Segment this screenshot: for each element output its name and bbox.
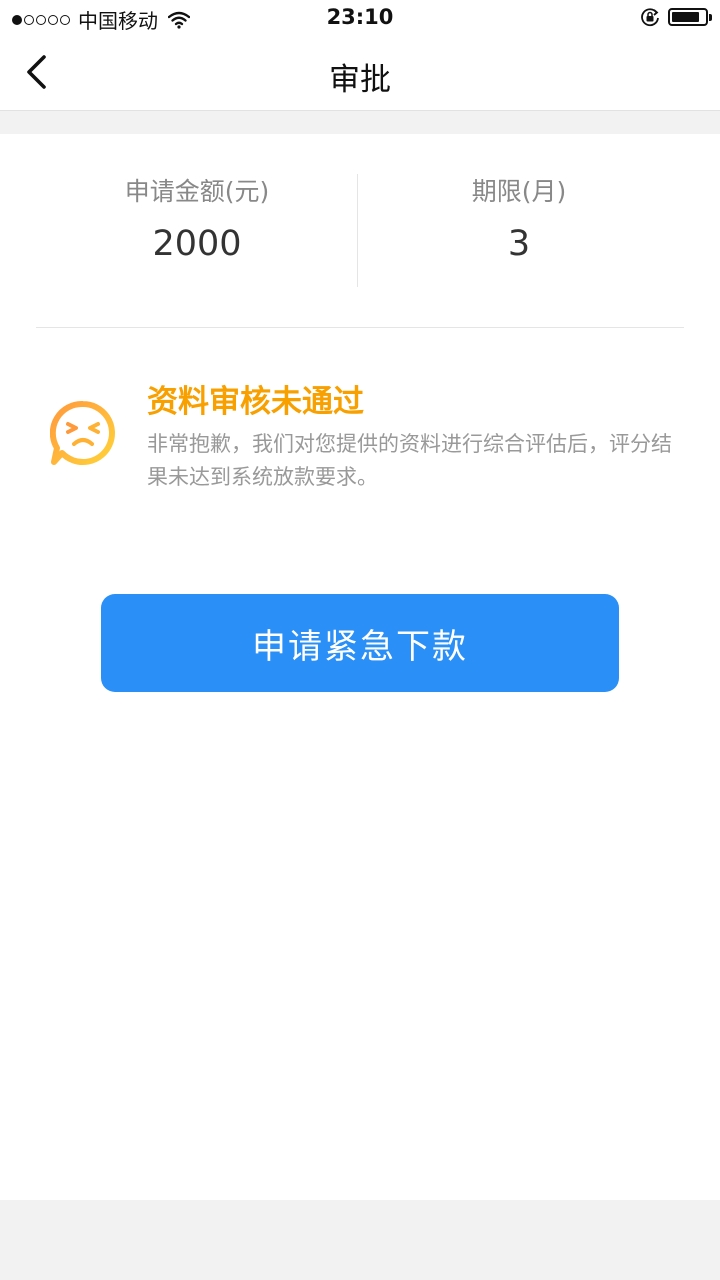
page-title: 审批	[329, 62, 391, 98]
nav-bar: 审批	[0, 36, 720, 111]
result-title: 资料审核未通过	[147, 384, 364, 420]
battery-icon	[668, 8, 712, 26]
sad-face-chat-icon	[50, 400, 115, 465]
battery-fill	[672, 12, 700, 22]
orientation-lock-icon	[641, 8, 659, 27]
loan-summary: 申请金额(元) 2000 期限(月) 3	[36, 134, 684, 328]
status-right	[640, 7, 712, 27]
term-value: 3	[507, 224, 531, 264]
result-description: 非常抱歉，我们对您提供的资料进行综合评估后，评分结果未达到系统放款要求。	[147, 432, 672, 489]
status-bar: 中国移动 23:10	[0, 0, 720, 36]
status-time: 23:10	[326, 5, 394, 29]
amount-value: 2000	[152, 224, 242, 264]
term-label: 期限(月)	[471, 177, 567, 206]
main-content: 申请金额(元) 2000 期限(月) 3 资料审核未通过 非常抱歉，我们对您提供…	[0, 134, 720, 1200]
amount-label: 申请金额(元)	[124, 177, 270, 206]
review-result: 资料审核未通过 非常抱歉，我们对您提供的资料进行综合评估后，评分结果未达到系统放…	[36, 370, 684, 500]
amount-column: 申请金额(元) 2000	[36, 174, 358, 266]
term-column: 期限(月) 3	[358, 174, 680, 266]
urgent-loan-button[interactable]: 申请紧急下款	[101, 594, 619, 692]
